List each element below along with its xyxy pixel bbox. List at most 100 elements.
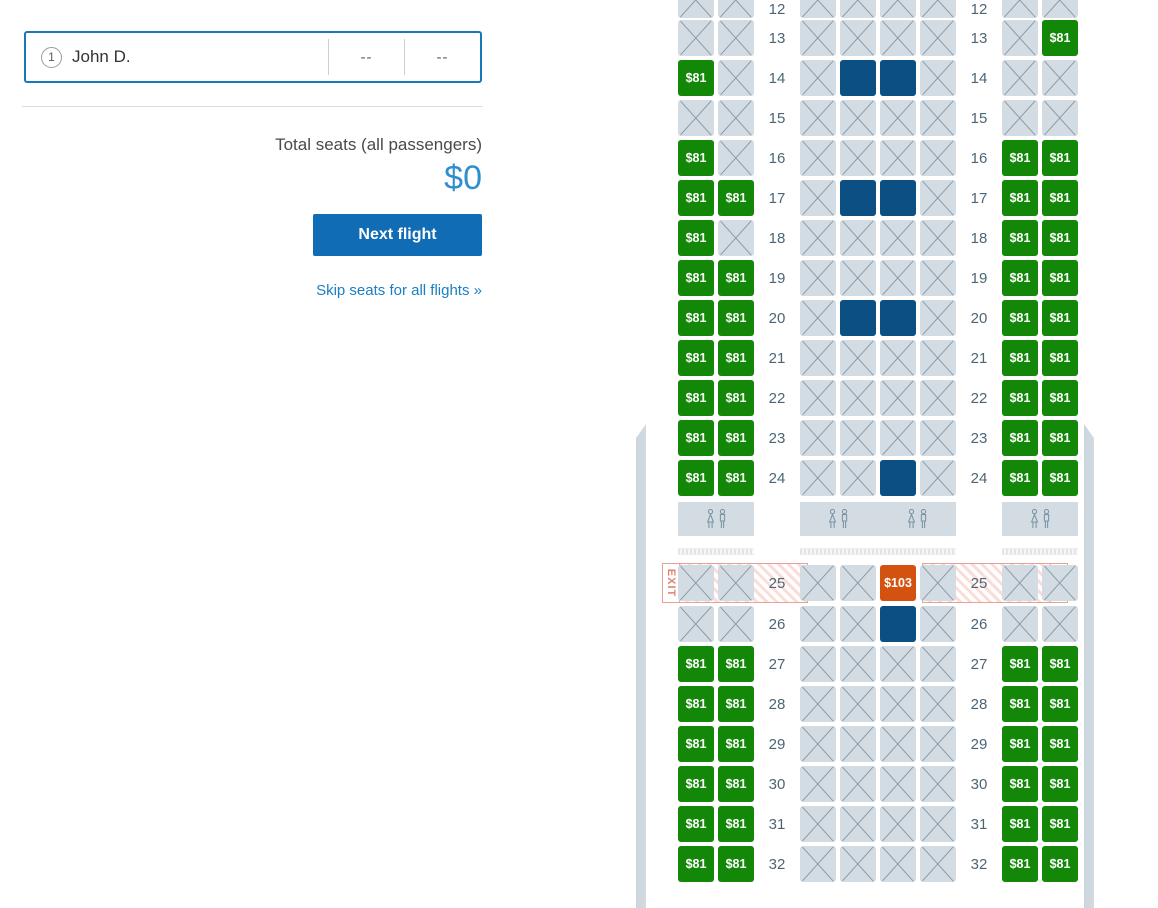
- seat-24-left1-available[interactable]: $81: [718, 460, 754, 496]
- seat-24-right0-available[interactable]: $81: [1002, 460, 1038, 496]
- seat-row-16: $81 16 16 $81 $81: [630, 138, 1100, 178]
- seat-20-left0-available[interactable]: $81: [678, 300, 714, 336]
- seat-24-center1-unavailable: [840, 460, 876, 496]
- seat-18-left0-available[interactable]: $81: [678, 220, 714, 256]
- seat-31-right0-available[interactable]: $81: [1002, 806, 1038, 842]
- seat-24-right1-available[interactable]: $81: [1042, 460, 1078, 496]
- seat-31-center3-unavailable: [920, 806, 956, 842]
- seat-14-left0-available[interactable]: $81: [678, 60, 714, 96]
- seat-17-left1-available[interactable]: $81: [718, 180, 754, 216]
- seat-17-left0-available[interactable]: $81: [678, 180, 714, 216]
- seat-23-right1-available[interactable]: $81: [1042, 420, 1078, 456]
- seat-25-left0-unavailable: [678, 565, 714, 601]
- row-number-28-right-num: 28: [970, 695, 988, 713]
- seat-31-left0-available[interactable]: $81: [678, 806, 714, 842]
- seat-22-right1-available[interactable]: $81: [1042, 380, 1078, 416]
- seat-row-22: $81 $81 22 22 $81 $81: [630, 378, 1100, 418]
- seat-30-right0-available[interactable]: $81: [1002, 766, 1038, 802]
- row-number-32-left-num: 32: [768, 855, 786, 873]
- seat-block-right: $81 $81: [1002, 646, 1078, 682]
- seat-block-center: [800, 340, 956, 376]
- galley-bar-right: [1002, 547, 1078, 555]
- seat-27-left0-available[interactable]: $81: [678, 646, 714, 682]
- seat-32-left0-available[interactable]: $81: [678, 846, 714, 882]
- seat-29-right0-available[interactable]: $81: [1002, 726, 1038, 762]
- seat-28-right0-available[interactable]: $81: [1002, 686, 1038, 722]
- totals-value: $0: [444, 159, 482, 197]
- seat-18-right1-available[interactable]: $81: [1042, 220, 1078, 256]
- seat-29-right1-available[interactable]: $81: [1042, 726, 1078, 762]
- seat-13-right1-available[interactable]: $81: [1042, 20, 1078, 56]
- seat-23-center3-unavailable: [920, 420, 956, 456]
- seat-19-left0-available[interactable]: $81: [678, 260, 714, 296]
- seat-21-right1-available[interactable]: $81: [1042, 340, 1078, 376]
- row-number-24-left-num: 24: [768, 469, 786, 487]
- seat-20-right0-available[interactable]: $81: [1002, 300, 1038, 336]
- seat-22-left1-available[interactable]: $81: [718, 380, 754, 416]
- seat-block-center: [800, 220, 956, 256]
- seat-block-right: $81 $81: [1002, 420, 1078, 456]
- exit-row-25: EXITEXIT25$10325: [630, 562, 1100, 604]
- seat-21-right0-available[interactable]: $81: [1002, 340, 1038, 376]
- seat-31-left1-available[interactable]: $81: [718, 806, 754, 842]
- seat-block-left: $81 $81: [678, 846, 754, 882]
- seat-27-right1-available[interactable]: $81: [1042, 646, 1078, 682]
- panel-divider: [22, 106, 483, 107]
- seat-16-center3-unavailable: [920, 140, 956, 176]
- seat-25-center2-premium[interactable]: $103: [880, 565, 916, 601]
- seat-23-left0-available[interactable]: $81: [678, 420, 714, 456]
- seat-32-right1-available[interactable]: $81: [1042, 846, 1078, 882]
- seat-19-center0-unavailable: [800, 260, 836, 296]
- seat-16-left0-available[interactable]: $81: [678, 140, 714, 176]
- seat-29-left0-available[interactable]: $81: [678, 726, 714, 762]
- seat-22-right0-available[interactable]: $81: [1002, 380, 1038, 416]
- seat-30-left0-available[interactable]: $81: [678, 766, 714, 802]
- seat-27-center1-unavailable: [840, 646, 876, 682]
- seat-28-left1-available[interactable]: $81: [718, 686, 754, 722]
- seat-17-center1-occupied: [840, 180, 876, 216]
- passenger-seat-column-2[interactable]: --: [404, 39, 480, 75]
- seat-30-right1-available[interactable]: $81: [1042, 766, 1078, 802]
- seat-20-left1-available[interactable]: $81: [718, 300, 754, 336]
- seat-block-right: $81 $81: [1002, 300, 1078, 336]
- seat-19-right1-available[interactable]: $81: [1042, 260, 1078, 296]
- seat-19-right0-available[interactable]: $81: [1002, 260, 1038, 296]
- seat-block-right: $81 $81: [1002, 260, 1078, 296]
- next-flight-button[interactable]: Next flight: [313, 214, 482, 256]
- seat-22-left0-available[interactable]: $81: [678, 380, 714, 416]
- seat-16-right0-available[interactable]: $81: [1002, 140, 1038, 176]
- seat-23-right0-available[interactable]: $81: [1002, 420, 1038, 456]
- seat-16-right1-available[interactable]: $81: [1042, 140, 1078, 176]
- seat-30-left1-available[interactable]: $81: [718, 766, 754, 802]
- seat-15-left1-unavailable: [718, 100, 754, 136]
- seat-row-21: $81 $81 21 21 $81 $81: [630, 338, 1100, 378]
- seat-21-left0-available[interactable]: $81: [678, 340, 714, 376]
- seat-18-right0-available[interactable]: $81: [1002, 220, 1038, 256]
- seat-25-left1-unavailable: [718, 565, 754, 601]
- skip-seats-link[interactable]: Skip seats for all flights »: [24, 282, 482, 299]
- seat-13-center0-unavailable: [800, 20, 836, 56]
- seat-row-14: $81 14 14: [630, 58, 1100, 98]
- seat-27-left1-available[interactable]: $81: [718, 646, 754, 682]
- seat-19-left1-available[interactable]: $81: [718, 260, 754, 296]
- seat-28-left0-available[interactable]: $81: [678, 686, 714, 722]
- passenger-row[interactable]: 1 John D. -- --: [24, 31, 482, 83]
- passenger-seat-column-1[interactable]: --: [328, 39, 404, 75]
- seat-29-left1-available[interactable]: $81: [718, 726, 754, 762]
- seat-32-right0-available[interactable]: $81: [1002, 846, 1038, 882]
- seat-32-left1-available[interactable]: $81: [718, 846, 754, 882]
- seat-block-left: [678, 0, 754, 18]
- seat-20-right1-available[interactable]: $81: [1042, 300, 1078, 336]
- seat-block-left: [678, 20, 754, 56]
- seat-block-center: [800, 260, 956, 296]
- seat-28-right1-available[interactable]: $81: [1042, 686, 1078, 722]
- seat-21-left1-available[interactable]: $81: [718, 340, 754, 376]
- seat-31-right1-available[interactable]: $81: [1042, 806, 1078, 842]
- seat-27-right0-available[interactable]: $81: [1002, 646, 1038, 682]
- seat-23-left1-available[interactable]: $81: [718, 420, 754, 456]
- seat-24-left0-available[interactable]: $81: [678, 460, 714, 496]
- seat-17-right0-available[interactable]: $81: [1002, 180, 1038, 216]
- seat-row-20: $81 $81 20 20 $81 $81: [630, 298, 1100, 338]
- row-number-21-right-num: 21: [970, 349, 988, 367]
- seat-17-right1-available[interactable]: $81: [1042, 180, 1078, 216]
